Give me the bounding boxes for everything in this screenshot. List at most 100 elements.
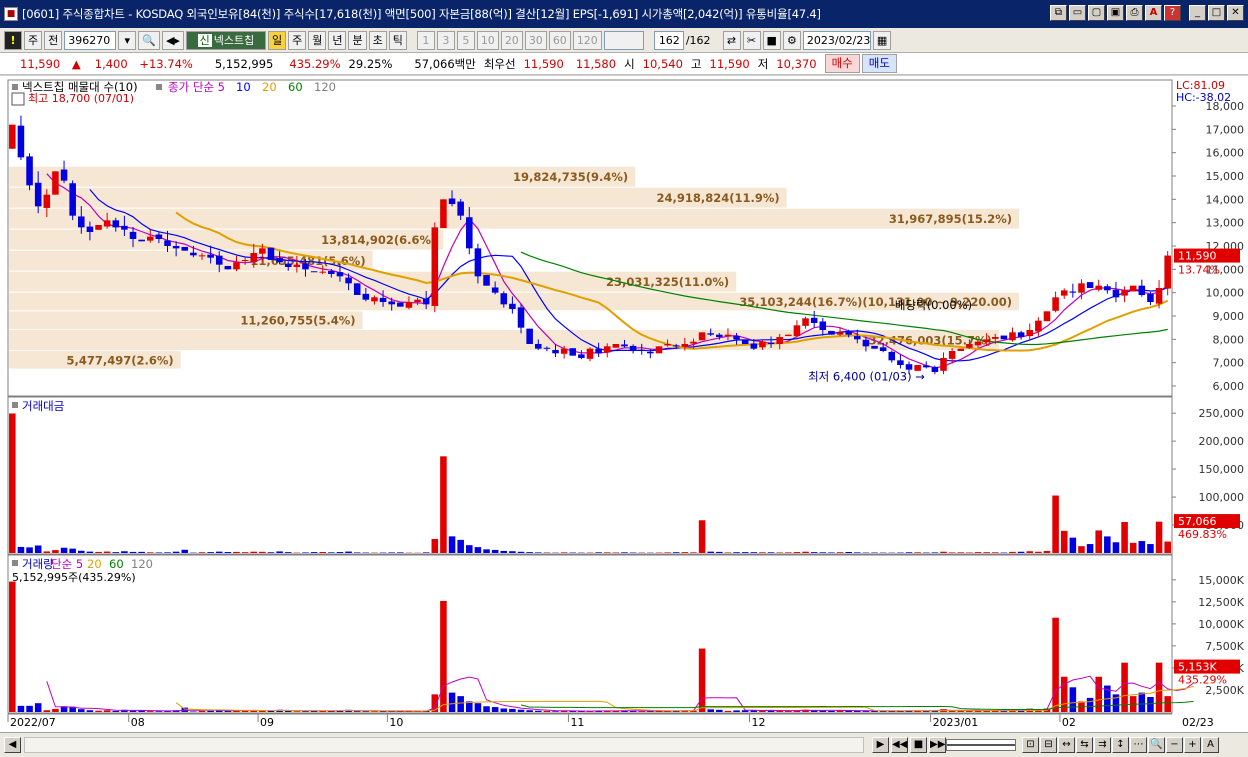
stock-chart-svg[interactable]: 31,967,895(15.2%) 24,918,824(11.9%) 19,824… bbox=[0, 76, 1248, 732]
candle-body bbox=[785, 334, 792, 337]
candle-body bbox=[397, 302, 404, 307]
minute-3-button[interactable]: 3 bbox=[436, 30, 455, 50]
window-icon[interactable]: ▢ bbox=[1088, 5, 1105, 21]
volume-bar bbox=[1086, 697, 1094, 712]
date-input[interactable]: 2023/02/23 bbox=[802, 30, 871, 50]
minus-icon[interactable]: − bbox=[1166, 737, 1183, 753]
minute-1-button[interactable]: 1 bbox=[416, 30, 435, 50]
period-weekly-button[interactable]: 주 bbox=[288, 30, 307, 50]
amount-bar bbox=[310, 552, 318, 553]
custom-period-input[interactable] bbox=[603, 30, 644, 50]
minute-20-button[interactable]: 20 bbox=[500, 30, 523, 50]
print-icon[interactable]: ⎙ bbox=[1126, 5, 1143, 21]
save-icon[interactable]: ▭ bbox=[1069, 5, 1086, 21]
calendar-icon[interactable]: ▦ bbox=[872, 30, 892, 50]
text-size-icon[interactable]: A bbox=[1202, 737, 1219, 753]
settings-icon[interactable]: ⚙ bbox=[782, 30, 801, 50]
period-yearly-button[interactable]: 년 bbox=[328, 30, 347, 50]
volume-bar bbox=[543, 710, 551, 712]
amount-bar bbox=[1164, 541, 1171, 553]
volume-tag-pct: 435.29% bbox=[1178, 674, 1227, 687]
volume-bar bbox=[52, 708, 59, 712]
minute-10-button[interactable]: 10 bbox=[476, 30, 499, 50]
amount-bar bbox=[733, 552, 740, 553]
credit-badge: 신 bbox=[197, 33, 212, 47]
play-icon[interactable]: ▶ bbox=[872, 737, 889, 753]
tool-icon-6[interactable]: ↕ bbox=[1112, 737, 1129, 753]
scissors-icon[interactable]: ✂ bbox=[742, 30, 761, 50]
minute-30-button[interactable]: 30 bbox=[524, 30, 547, 50]
period-daily-button[interactable]: 일 bbox=[267, 30, 287, 50]
volume-handle-icon[interactable] bbox=[12, 560, 18, 566]
candle-body bbox=[526, 328, 533, 344]
zoom-slider[interactable] bbox=[946, 739, 1016, 751]
amount-bar bbox=[1009, 551, 1016, 553]
stop-icon[interactable]: ■ bbox=[910, 737, 927, 753]
candle-body bbox=[112, 220, 120, 228]
y-tick-label: 150,000 bbox=[1199, 463, 1245, 476]
volume-bar bbox=[1095, 676, 1102, 712]
scroll-track[interactable] bbox=[24, 737, 864, 753]
volume-bar bbox=[34, 703, 42, 712]
alert-icon[interactable]: A bbox=[1145, 5, 1162, 21]
candle-body bbox=[457, 201, 464, 216]
plus-icon[interactable]: + bbox=[1184, 737, 1201, 753]
disk-icon[interactable]: ■ bbox=[762, 30, 781, 50]
amount-handle-icon[interactable] bbox=[12, 402, 18, 408]
compare-icon[interactable]: ⇄ bbox=[722, 30, 741, 50]
link-icon[interactable]: ⧉ bbox=[1050, 5, 1067, 21]
sound-icon[interactable]: ◀▸ bbox=[161, 30, 184, 50]
calendar-panel-icon[interactable] bbox=[11, 92, 25, 106]
sell-button[interactable]: 매도 bbox=[861, 54, 897, 73]
candle-body bbox=[259, 248, 266, 254]
volume-bar bbox=[78, 709, 85, 712]
tool-icon-5[interactable]: ⇉ bbox=[1094, 737, 1111, 753]
scroll-left-icon[interactable]: ◀ bbox=[4, 737, 21, 753]
close-button[interactable]: ✕ bbox=[1227, 5, 1244, 21]
volume-bar bbox=[1147, 697, 1154, 712]
y-tick-label: 9,000 bbox=[1213, 310, 1245, 323]
tool-icon-1[interactable]: ⊡ bbox=[1022, 737, 1039, 753]
x-axis-right-label: 02/23 bbox=[1182, 716, 1214, 729]
prev-button[interactable]: 전 bbox=[44, 30, 63, 50]
candle-body bbox=[655, 346, 663, 354]
info-icon[interactable]: ! bbox=[4, 30, 22, 50]
period-tick-button[interactable]: 틱 bbox=[388, 30, 407, 50]
stock-code-input[interactable]: 396270 bbox=[64, 30, 117, 50]
rewind-icon[interactable]: ◀◀ bbox=[891, 737, 908, 753]
tool-icon-2[interactable]: ⊟ bbox=[1040, 737, 1057, 753]
fast-forward-icon[interactable]: ▶▶ bbox=[929, 737, 946, 753]
period-second-button[interactable]: 초 bbox=[368, 30, 387, 50]
ma-legend: 종가 단순 5 10 20 60 120 bbox=[156, 80, 336, 94]
volume-bar bbox=[716, 709, 723, 712]
period-minute-button[interactable]: 분 bbox=[348, 30, 367, 50]
amount-bar bbox=[1060, 530, 1068, 553]
buy-button[interactable]: 매수 bbox=[824, 54, 860, 73]
dropdown-icon[interactable]: ▾ bbox=[118, 30, 137, 50]
minute-120-button[interactable]: 120 bbox=[572, 30, 602, 50]
amount-bar bbox=[1078, 546, 1085, 553]
candle-body bbox=[1086, 282, 1094, 288]
panel-handle-icon[interactable] bbox=[12, 84, 18, 90]
minute-5-button[interactable]: 5 bbox=[456, 30, 475, 50]
image-icon[interactable]: ▣ bbox=[1107, 5, 1124, 21]
zoom-out-icon[interactable]: 🔍 bbox=[1148, 737, 1165, 753]
volume-frame bbox=[7, 554, 1173, 714]
amount-bar bbox=[776, 552, 783, 553]
tool-icon-7[interactable]: ⋯ bbox=[1130, 737, 1147, 753]
candle-body bbox=[43, 194, 51, 208]
minute-60-button[interactable]: 60 bbox=[548, 30, 571, 50]
tool-icon-4[interactable]: ⇆ bbox=[1076, 737, 1093, 753]
amount-bar bbox=[974, 552, 982, 553]
chart-area[interactable]: 31,967,895(15.2%) 24,918,824(11.9%) 19,824… bbox=[0, 76, 1248, 732]
search-icon[interactable]: 🔍 bbox=[138, 30, 160, 50]
amount-bar bbox=[957, 552, 965, 553]
period-monthly-button[interactable]: 월 bbox=[308, 30, 327, 50]
tool-icon-3[interactable]: ↔ bbox=[1058, 737, 1075, 753]
help-icon[interactable]: ? bbox=[1164, 5, 1181, 21]
market-select[interactable]: 주 bbox=[24, 30, 43, 50]
minimize-button[interactable]: _ bbox=[1189, 5, 1206, 21]
volume-bar bbox=[448, 692, 456, 712]
maximize-button[interactable]: □ bbox=[1208, 5, 1225, 21]
count-input[interactable]: 162 bbox=[653, 30, 684, 50]
